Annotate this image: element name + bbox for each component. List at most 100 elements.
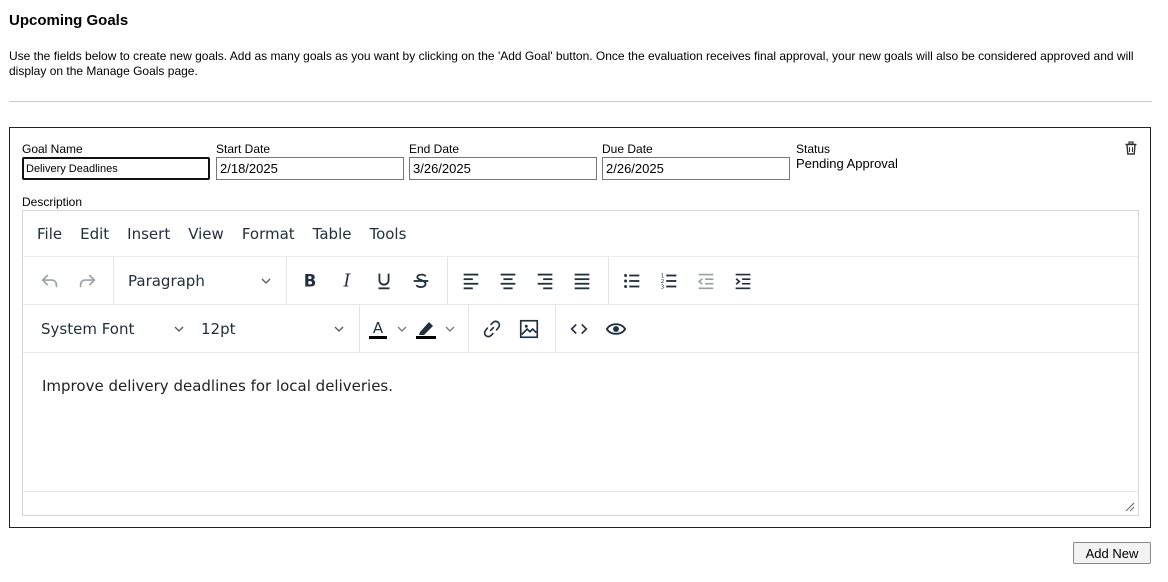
align-right-button[interactable]	[528, 264, 562, 298]
resize-handle-icon[interactable]	[1123, 500, 1135, 512]
status-field: Status Pending Approval	[796, 142, 898, 172]
menu-format[interactable]: Format	[233, 221, 304, 247]
link-icon	[483, 320, 501, 337]
editor-toolbar-primary: Paragraph B I 1 2 3	[23, 257, 1138, 305]
underline-icon	[378, 273, 390, 289]
text-style-group: B I	[287, 257, 448, 304]
redo-button[interactable]	[70, 264, 104, 298]
section-title: Upcoming Goals	[9, 12, 129, 29]
font-family-value: System Font	[41, 319, 135, 338]
editor-statusbar	[23, 491, 1138, 515]
menu-table[interactable]: Table	[304, 221, 361, 247]
goal-name-label: Goal Name	[22, 142, 83, 156]
outdent-icon	[697, 273, 714, 289]
undo-button[interactable]	[33, 264, 67, 298]
underline-button[interactable]	[367, 264, 401, 298]
start-date-field: Start Date	[216, 142, 404, 180]
goal-name-input[interactable]	[22, 157, 210, 180]
italic-button[interactable]: I	[330, 264, 364, 298]
menu-file[interactable]: File	[28, 221, 71, 247]
bullet-list-icon	[624, 273, 640, 288]
block-format-group: Paragraph	[114, 257, 287, 304]
svg-text:3: 3	[661, 284, 665, 290]
strikethrough-button[interactable]	[404, 264, 438, 298]
image-icon	[519, 319, 539, 338]
chevron-down-icon	[261, 278, 271, 284]
strikethrough-icon	[413, 273, 429, 288]
align-left-button[interactable]	[454, 264, 488, 298]
bold-icon: B	[304, 271, 317, 290]
due-date-input[interactable]	[602, 157, 790, 180]
menu-view[interactable]: View	[179, 221, 233, 247]
align-justify-icon	[574, 273, 590, 289]
undo-icon	[41, 274, 58, 287]
numbered-list-button[interactable]: 123	[652, 264, 686, 298]
numbered-list-icon: 123	[661, 273, 677, 290]
italic-icon: I	[343, 271, 352, 291]
goal-name-field: Goal Name	[22, 142, 210, 180]
chevron-down-icon	[397, 326, 407, 332]
preview-button[interactable]	[599, 312, 633, 346]
menu-insert[interactable]: Insert	[118, 221, 179, 247]
menu-tools[interactable]: Tools	[360, 221, 415, 247]
trash-icon[interactable]	[1124, 141, 1138, 155]
bullet-list-button[interactable]	[615, 264, 649, 298]
menu-edit[interactable]: Edit	[71, 221, 118, 247]
highlight-color-button[interactable]	[414, 312, 456, 346]
add-new-button[interactable]: Add New	[1073, 542, 1151, 564]
chevron-down-icon	[445, 326, 455, 332]
font-size-select[interactable]: 12pt	[193, 312, 353, 346]
divider	[9, 101, 1152, 102]
indent-icon	[735, 273, 751, 289]
list-group: 123	[609, 257, 769, 304]
align-justify-button[interactable]	[565, 264, 599, 298]
align-center-button[interactable]	[491, 264, 525, 298]
align-left-icon	[463, 273, 479, 289]
redo-icon	[79, 274, 96, 287]
svg-text:A: A	[373, 319, 384, 337]
description-label: Description	[22, 195, 83, 209]
image-button[interactable]	[512, 312, 546, 346]
source-code-icon	[570, 323, 588, 334]
link-button[interactable]	[475, 312, 509, 346]
align-center-icon	[500, 273, 516, 289]
insert-group	[469, 305, 556, 352]
due-date-field: Due Date	[602, 142, 790, 180]
alignment-group	[448, 257, 609, 304]
chevron-down-icon	[174, 326, 184, 332]
block-format-value: Paragraph	[128, 271, 205, 290]
font-group: System Font 12pt	[27, 305, 360, 352]
end-date-field: End Date	[409, 142, 597, 180]
bold-button[interactable]: B	[293, 264, 327, 298]
due-date-label: Due Date	[602, 142, 653, 156]
svg-text:I: I	[343, 271, 352, 291]
outdent-button[interactable]	[689, 264, 723, 298]
editor-content[interactable]: Improve delivery deadlines for local del…	[23, 353, 1138, 491]
editor-menubar: File Edit Insert View Format Table Tools	[23, 211, 1138, 257]
align-right-icon	[537, 273, 553, 289]
start-date-label: Start Date	[216, 142, 271, 156]
start-date-input[interactable]	[216, 157, 404, 180]
history-group	[27, 257, 114, 304]
description-text: Improve delivery deadlines for local del…	[42, 377, 394, 395]
indent-button[interactable]	[726, 264, 760, 298]
block-format-select[interactable]: Paragraph	[120, 264, 280, 298]
highlighter-icon	[416, 321, 436, 339]
text-color-icon: A	[369, 319, 387, 339]
source-code-button[interactable]	[562, 312, 596, 346]
font-size-value: 12pt	[201, 319, 236, 338]
instructions-text: Use the fields below to create new goals…	[9, 49, 1134, 78]
editor-toolbar-secondary: System Font 12pt A	[23, 305, 1138, 353]
goal-card: Goal Name Start Date End Date Due Date S…	[9, 127, 1151, 528]
font-family-select[interactable]: System Font	[33, 312, 193, 346]
chevron-down-icon	[334, 326, 344, 332]
color-group: A	[360, 305, 469, 352]
view-group	[556, 305, 642, 352]
rich-text-editor: File Edit Insert View Format Table Tools…	[22, 210, 1139, 516]
status-value: Pending Approval	[796, 156, 898, 171]
svg-text:B: B	[304, 271, 317, 290]
end-date-input[interactable]	[409, 157, 597, 180]
end-date-label: End Date	[409, 142, 460, 156]
status-label: Status	[796, 142, 831, 156]
text-color-button[interactable]: A	[366, 312, 408, 346]
